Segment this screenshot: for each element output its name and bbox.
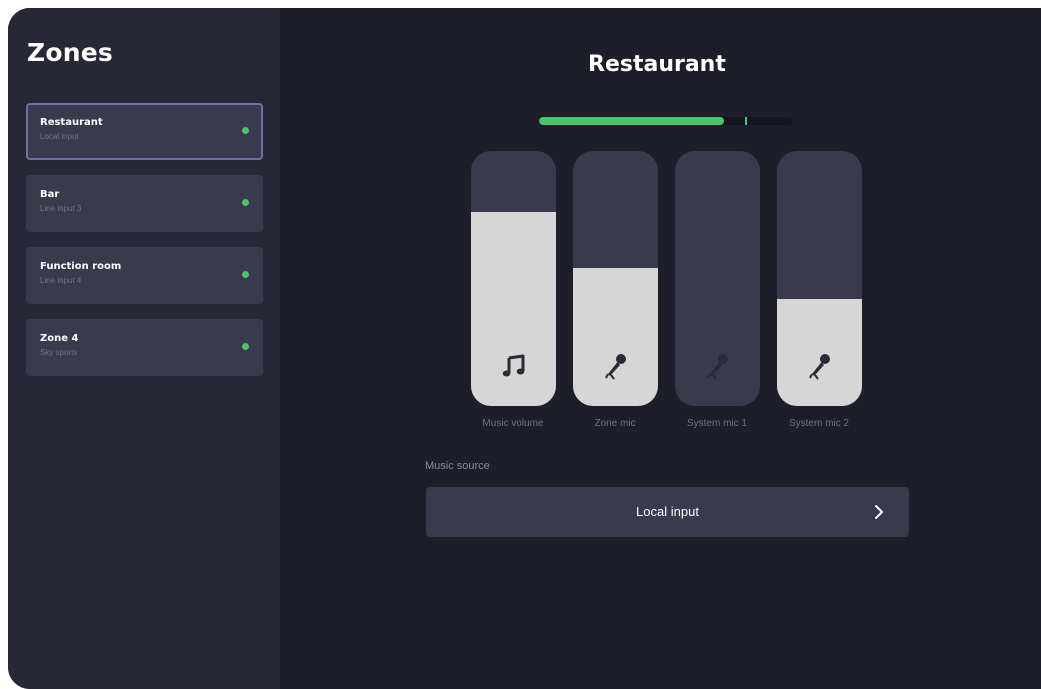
music-source-selector[interactable]: Local input xyxy=(426,487,909,537)
music-note-icon xyxy=(500,352,528,380)
zone-source: Local input xyxy=(40,132,79,141)
zone-name: Zone 4 xyxy=(40,333,79,344)
status-dot-icon xyxy=(242,343,249,350)
fader-system-mic-2[interactable] xyxy=(777,151,862,406)
chevron-right-icon xyxy=(871,504,887,520)
zone-source: Sky sports xyxy=(40,348,78,357)
fader-music-volume[interactable] xyxy=(471,151,556,406)
microphone-icon xyxy=(806,352,834,380)
sidebar-title: Zones xyxy=(27,38,113,67)
fader-system-mic-1[interactable] xyxy=(675,151,760,406)
fader-label: Music volume xyxy=(482,418,544,429)
status-dot-icon xyxy=(242,271,249,278)
zone-item-bar[interactable]: Bar Line input 3 xyxy=(26,175,263,232)
zone-item-function-room[interactable]: Function room Line input 4 xyxy=(26,247,263,304)
app-window: Zones Restaurant Local input Bar Line in… xyxy=(8,8,1041,689)
status-dot-icon xyxy=(242,127,249,134)
zone-title: Restaurant xyxy=(588,52,726,77)
fader-label: Zone mic xyxy=(594,418,636,429)
level-meter-fill xyxy=(539,117,725,125)
fader-label: System mic 1 xyxy=(686,418,747,429)
zone-source: Line input 3 xyxy=(40,204,82,213)
zone-source: Line input 4 xyxy=(40,276,82,285)
zone-item-zone-4[interactable]: Zone 4 Sky sports xyxy=(26,319,263,376)
zone-name: Function room xyxy=(40,261,122,272)
music-source-value: Local input xyxy=(636,504,699,519)
fader-label: System mic 2 xyxy=(788,418,849,429)
status-dot-icon xyxy=(242,199,249,206)
zone-item-restaurant[interactable]: Restaurant Local input xyxy=(26,103,263,160)
level-meter xyxy=(539,117,793,125)
sidebar: Zones Restaurant Local input Bar Line in… xyxy=(8,8,280,689)
microphone-icon xyxy=(704,352,732,380)
zone-name: Bar xyxy=(40,189,60,200)
music-source-label: Music source xyxy=(425,460,490,472)
microphone-icon xyxy=(602,352,630,380)
zone-name: Restaurant xyxy=(40,117,103,128)
level-meter-peak xyxy=(744,117,747,125)
fader-fill xyxy=(573,268,658,406)
fader-zone-mic[interactable] xyxy=(573,151,658,406)
